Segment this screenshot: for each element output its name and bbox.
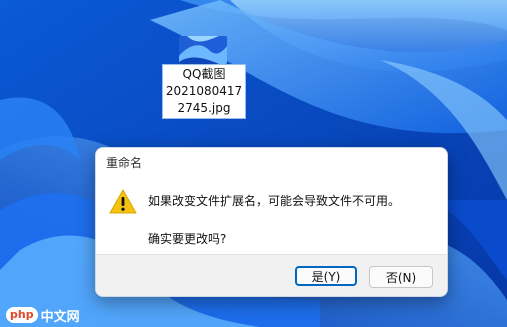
desktop-file-icon[interactable]: QQ截图 2021080417 2745.jpg bbox=[162, 36, 246, 120]
dialog-question: 确实要更改吗? bbox=[148, 232, 227, 246]
dialog-message: 如果改变文件扩展名，可能会导致文件不可用。 bbox=[148, 194, 401, 208]
dialog-button-bar: 是(Y) 否(N) bbox=[96, 254, 447, 296]
site-watermark: php 中文网 bbox=[6, 306, 80, 325]
watermark-badge: php bbox=[6, 307, 38, 323]
dialog-title: 重命名 bbox=[106, 156, 143, 170]
file-name-line: QQ截图 bbox=[182, 67, 226, 81]
yes-button[interactable]: 是(Y) bbox=[295, 266, 357, 286]
warning-icon bbox=[109, 188, 137, 216]
image-thumbnail-icon bbox=[179, 36, 227, 64]
file-name-line: 2021080417 bbox=[165, 84, 243, 98]
file-name-label[interactable]: QQ截图 2021080417 2745.jpg bbox=[162, 64, 246, 119]
file-name-line: 2745.jpg bbox=[177, 101, 231, 115]
rename-confirm-dialog: 重命名 如果改变文件扩展名，可能会导致文件不可用。 确实要更改吗? 是(Y) 否… bbox=[95, 147, 448, 297]
no-button[interactable]: 否(N) bbox=[369, 266, 433, 288]
watermark-text: 中文网 bbox=[40, 309, 80, 325]
